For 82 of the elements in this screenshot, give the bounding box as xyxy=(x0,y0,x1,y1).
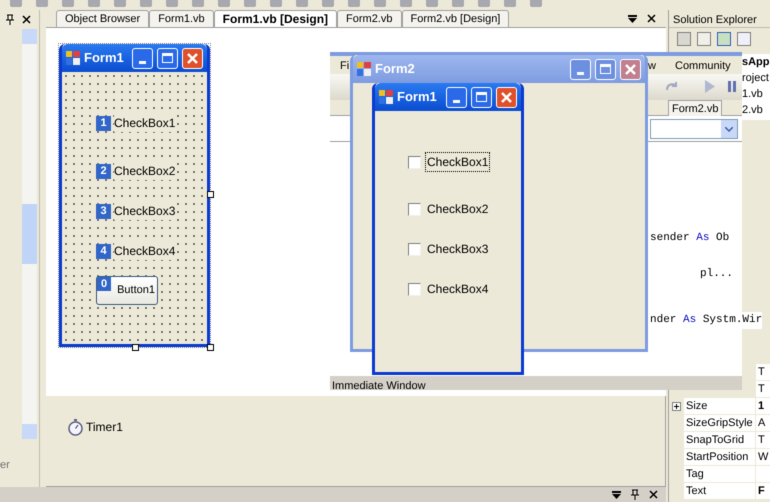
chevron-down-icon xyxy=(725,126,733,132)
minimize-button[interactable] xyxy=(570,58,591,80)
scrollbar[interactable] xyxy=(22,29,37,439)
document-tab[interactable]: Object Browser xyxy=(56,10,150,27)
property-value[interactable]: A xyxy=(756,415,770,431)
checkbox-label: CheckBox3 xyxy=(114,202,176,220)
property-name[interactable]: Size xyxy=(669,398,755,414)
resize-handle[interactable] xyxy=(207,191,214,198)
stopwatch-icon xyxy=(68,418,83,436)
close-icon[interactable] xyxy=(649,490,658,499)
tree-item[interactable]: roject xyxy=(742,70,770,86)
tab-order-badge: 0 xyxy=(97,277,111,291)
window-title: Form1 xyxy=(397,88,438,106)
menu-item[interactable]: Community xyxy=(675,58,731,74)
maximize-button[interactable] xyxy=(157,48,178,68)
property-value[interactable]: 1 xyxy=(756,398,770,414)
tab-order-badge: 4 xyxy=(96,244,111,258)
panel-label: er xyxy=(0,458,11,473)
window-title: Form1 xyxy=(84,49,125,68)
panel-title: Immediate Window xyxy=(332,380,426,392)
component-label: Timer1 xyxy=(86,419,123,436)
dropdown-icon[interactable] xyxy=(628,14,637,22)
tab-order-badge: 3 xyxy=(96,204,111,218)
property-value[interactable]: W xyxy=(756,449,770,465)
checkbox[interactable] xyxy=(408,156,421,168)
pin-icon[interactable] xyxy=(631,489,639,500)
close-button[interactable] xyxy=(182,48,203,68)
app-icon xyxy=(357,62,371,76)
toolbar-icon[interactable] xyxy=(737,32,751,46)
app-icon xyxy=(379,90,393,104)
expand-icon[interactable] xyxy=(672,402,681,410)
property-value[interactable]: T xyxy=(756,364,770,380)
window-title: Form2 xyxy=(375,60,416,78)
menu-item[interactable]: w xyxy=(648,58,656,74)
checkbox-label: CheckBox2 xyxy=(426,201,490,218)
minimize-button[interactable] xyxy=(132,48,153,68)
resize-handle[interactable] xyxy=(207,344,214,351)
dropdown-field[interactable] xyxy=(650,119,738,139)
checkbox-label: CheckBox4 xyxy=(426,281,490,298)
form-button[interactable]: Button1 0 xyxy=(96,276,158,305)
property-value[interactable]: F xyxy=(756,483,770,499)
toolbar-icon[interactable] xyxy=(717,32,731,46)
document-tab[interactable]: Form1.vb xyxy=(149,10,214,27)
tree-item[interactable]: 1.vb xyxy=(742,86,770,102)
toolbar-icon[interactable] xyxy=(677,32,691,46)
close-icon xyxy=(625,64,636,74)
redo-icon[interactable] xyxy=(665,80,679,92)
property-value[interactable]: T xyxy=(756,381,770,397)
resize-handle[interactable] xyxy=(132,344,139,351)
document-tab[interactable]: Form1.vb [Design] xyxy=(214,10,338,27)
tree-item[interactable]: 2.vb xyxy=(742,102,770,118)
toolbar-icon[interactable] xyxy=(697,32,711,46)
maximize-button[interactable] xyxy=(471,86,492,108)
pause-icon[interactable] xyxy=(728,81,737,92)
checkbox-label: CheckBox3 xyxy=(426,241,490,258)
checkbox[interactable] xyxy=(408,202,421,216)
close-icon xyxy=(187,52,198,64)
app-icon xyxy=(66,51,80,65)
document-tab[interactable]: Form2.vb [Design] xyxy=(402,10,510,27)
checkbox[interactable] xyxy=(408,282,421,296)
minimize-button[interactable] xyxy=(446,86,467,108)
menu-item[interactable]: Fi xyxy=(340,58,350,74)
tab-order-badge: 1 xyxy=(96,116,111,130)
tab-order-badge: 2 xyxy=(96,164,111,178)
checkbox[interactable] xyxy=(408,242,421,256)
maximize-button[interactable] xyxy=(595,58,616,80)
document-tab[interactable]: Form2.vb xyxy=(337,10,402,27)
checkbox-label: CheckBox1 xyxy=(425,152,490,172)
dropdown-icon[interactable] xyxy=(612,490,621,498)
close-button[interactable] xyxy=(496,86,517,108)
play-icon[interactable] xyxy=(705,80,715,93)
tree-item[interactable]: sApp xyxy=(742,54,770,70)
property-value[interactable]: T xyxy=(756,432,770,448)
document-tab[interactable]: Form2.vb xyxy=(668,100,722,116)
close-button[interactable] xyxy=(620,58,641,80)
checkbox-label: CheckBox4 xyxy=(114,242,176,260)
close-icon[interactable] xyxy=(22,14,31,24)
checkbox-label: CheckBox2 xyxy=(114,162,176,180)
close-icon[interactable] xyxy=(647,14,656,23)
close-icon xyxy=(501,92,512,102)
checkbox-label: CheckBox1 xyxy=(114,114,176,132)
pin-icon[interactable] xyxy=(6,14,14,24)
